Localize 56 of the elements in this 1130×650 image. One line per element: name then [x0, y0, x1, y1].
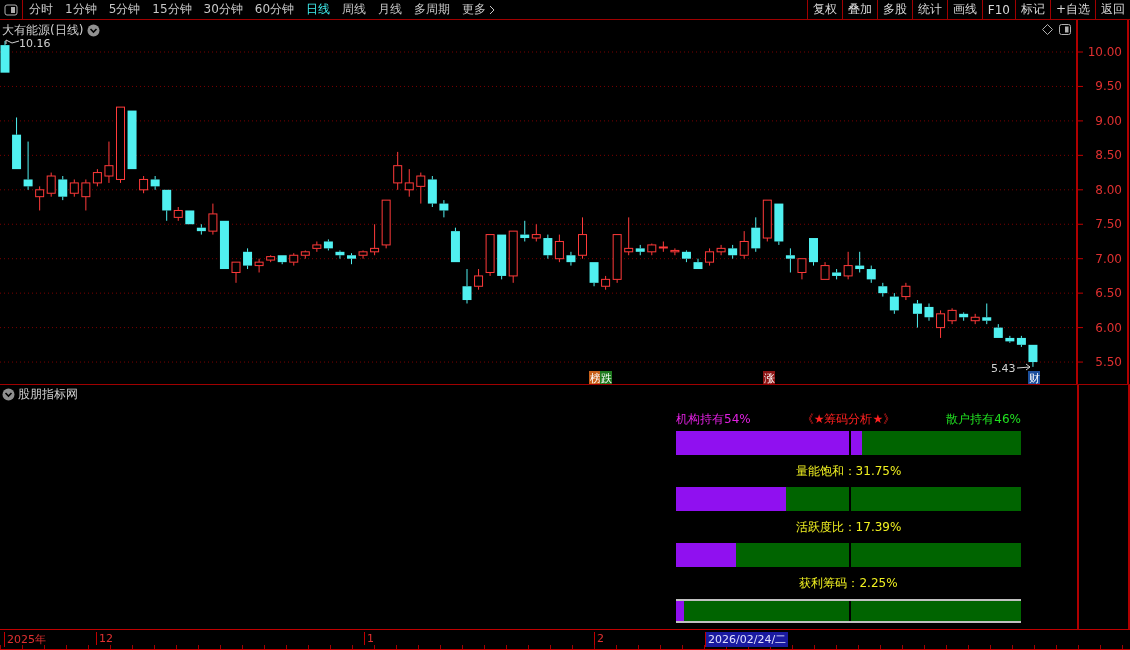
chip-header-text: 散户持有46% — [946, 410, 1021, 428]
chip-header-text: 机构持有54% — [676, 410, 751, 428]
bar-label: 获利筹码：2.25% — [799, 574, 898, 592]
price-tick-label: 7.50 — [1095, 217, 1122, 232]
period-tab[interactable]: 更多 — [456, 0, 502, 19]
event-tag[interactable]: 财 — [1028, 371, 1040, 384]
chevron-right-icon — [489, 4, 496, 15]
chevron-down-icon[interactable] — [2, 387, 15, 401]
period-tab[interactable]: 月线 — [372, 0, 409, 19]
bar-label: 活跃度比：17.39% — [795, 518, 902, 536]
price-tick-label: 8.50 — [1095, 148, 1122, 163]
low-price-label: 5.43 — [991, 362, 1016, 375]
period-tab[interactable]: 5分钟 — [102, 0, 147, 19]
event-tag[interactable]: 涨 — [763, 371, 775, 384]
period-tab[interactable]: 60分钟 — [248, 0, 301, 19]
date-axis-label: 2025年 — [4, 632, 48, 647]
chart-title: 大有能源(日线) — [2, 22, 84, 39]
period-tab[interactable]: 15分钟 — [146, 0, 198, 19]
high-price-arrow-icon — [5, 39, 20, 45]
toolbar-button[interactable]: 叠加 — [841, 0, 877, 19]
diamond-icon[interactable] — [1042, 24, 1053, 35]
indicator-title: 股朋指标网 — [18, 385, 78, 403]
period-tab[interactable]: 日线 — [300, 0, 337, 19]
date-axis-label: 2 — [594, 632, 606, 645]
toolbar-button[interactable]: 统计 — [911, 0, 947, 19]
date-axis-label: 2026/02/24/二 — [705, 632, 789, 647]
price-tick-label: 8.00 — [1095, 182, 1122, 197]
event-tag[interactable]: 跌 — [600, 371, 612, 384]
panel-toggle-icon[interactable] — [1059, 24, 1071, 35]
chevron-down-icon[interactable] — [87, 24, 101, 37]
toolbar-button[interactable]: 复权 — [806, 0, 842, 19]
high-price-label: 10.16 — [19, 37, 51, 50]
date-axis-label: 12 — [96, 632, 115, 645]
price-tick-label: 9.00 — [1095, 113, 1122, 128]
toolbar-button[interactable]: 标记 — [1014, 0, 1050, 19]
date-axis-label: 1 — [364, 632, 376, 645]
event-tag[interactable]: 榜 — [589, 371, 601, 384]
price-tick-label: 9.50 — [1095, 79, 1122, 94]
period-tab[interactable]: 30分钟 — [197, 0, 249, 19]
bar-label: 量能饱和：31.75% — [795, 462, 902, 480]
toolbar-button[interactable]: F10 — [981, 0, 1015, 19]
toolbar-button[interactable]: 返回 — [1095, 0, 1130, 19]
toolbar-button[interactable]: 多股 — [876, 0, 912, 19]
toolbar-button[interactable]: +自选 — [1049, 0, 1095, 19]
toolbar-button[interactable]: 画线 — [946, 0, 982, 19]
price-tick-label: 6.50 — [1095, 286, 1122, 301]
period-tab[interactable]: 1分钟 — [59, 0, 103, 19]
period-tab[interactable]: 周线 — [336, 0, 373, 19]
price-tick-label: 10.00 — [1087, 45, 1122, 59]
price-tick-label: 6.00 — [1095, 320, 1122, 335]
period-tab[interactable]: 分时 — [23, 0, 59, 19]
period-tab[interactable]: 多周期 — [408, 0, 457, 19]
chip-header-text: 《★筹码分析★》 — [801, 410, 896, 428]
price-tick-label: 7.00 — [1095, 251, 1122, 266]
price-tick-label: 5.50 — [1095, 355, 1122, 370]
low-price-arrow-icon — [1016, 363, 1031, 371]
